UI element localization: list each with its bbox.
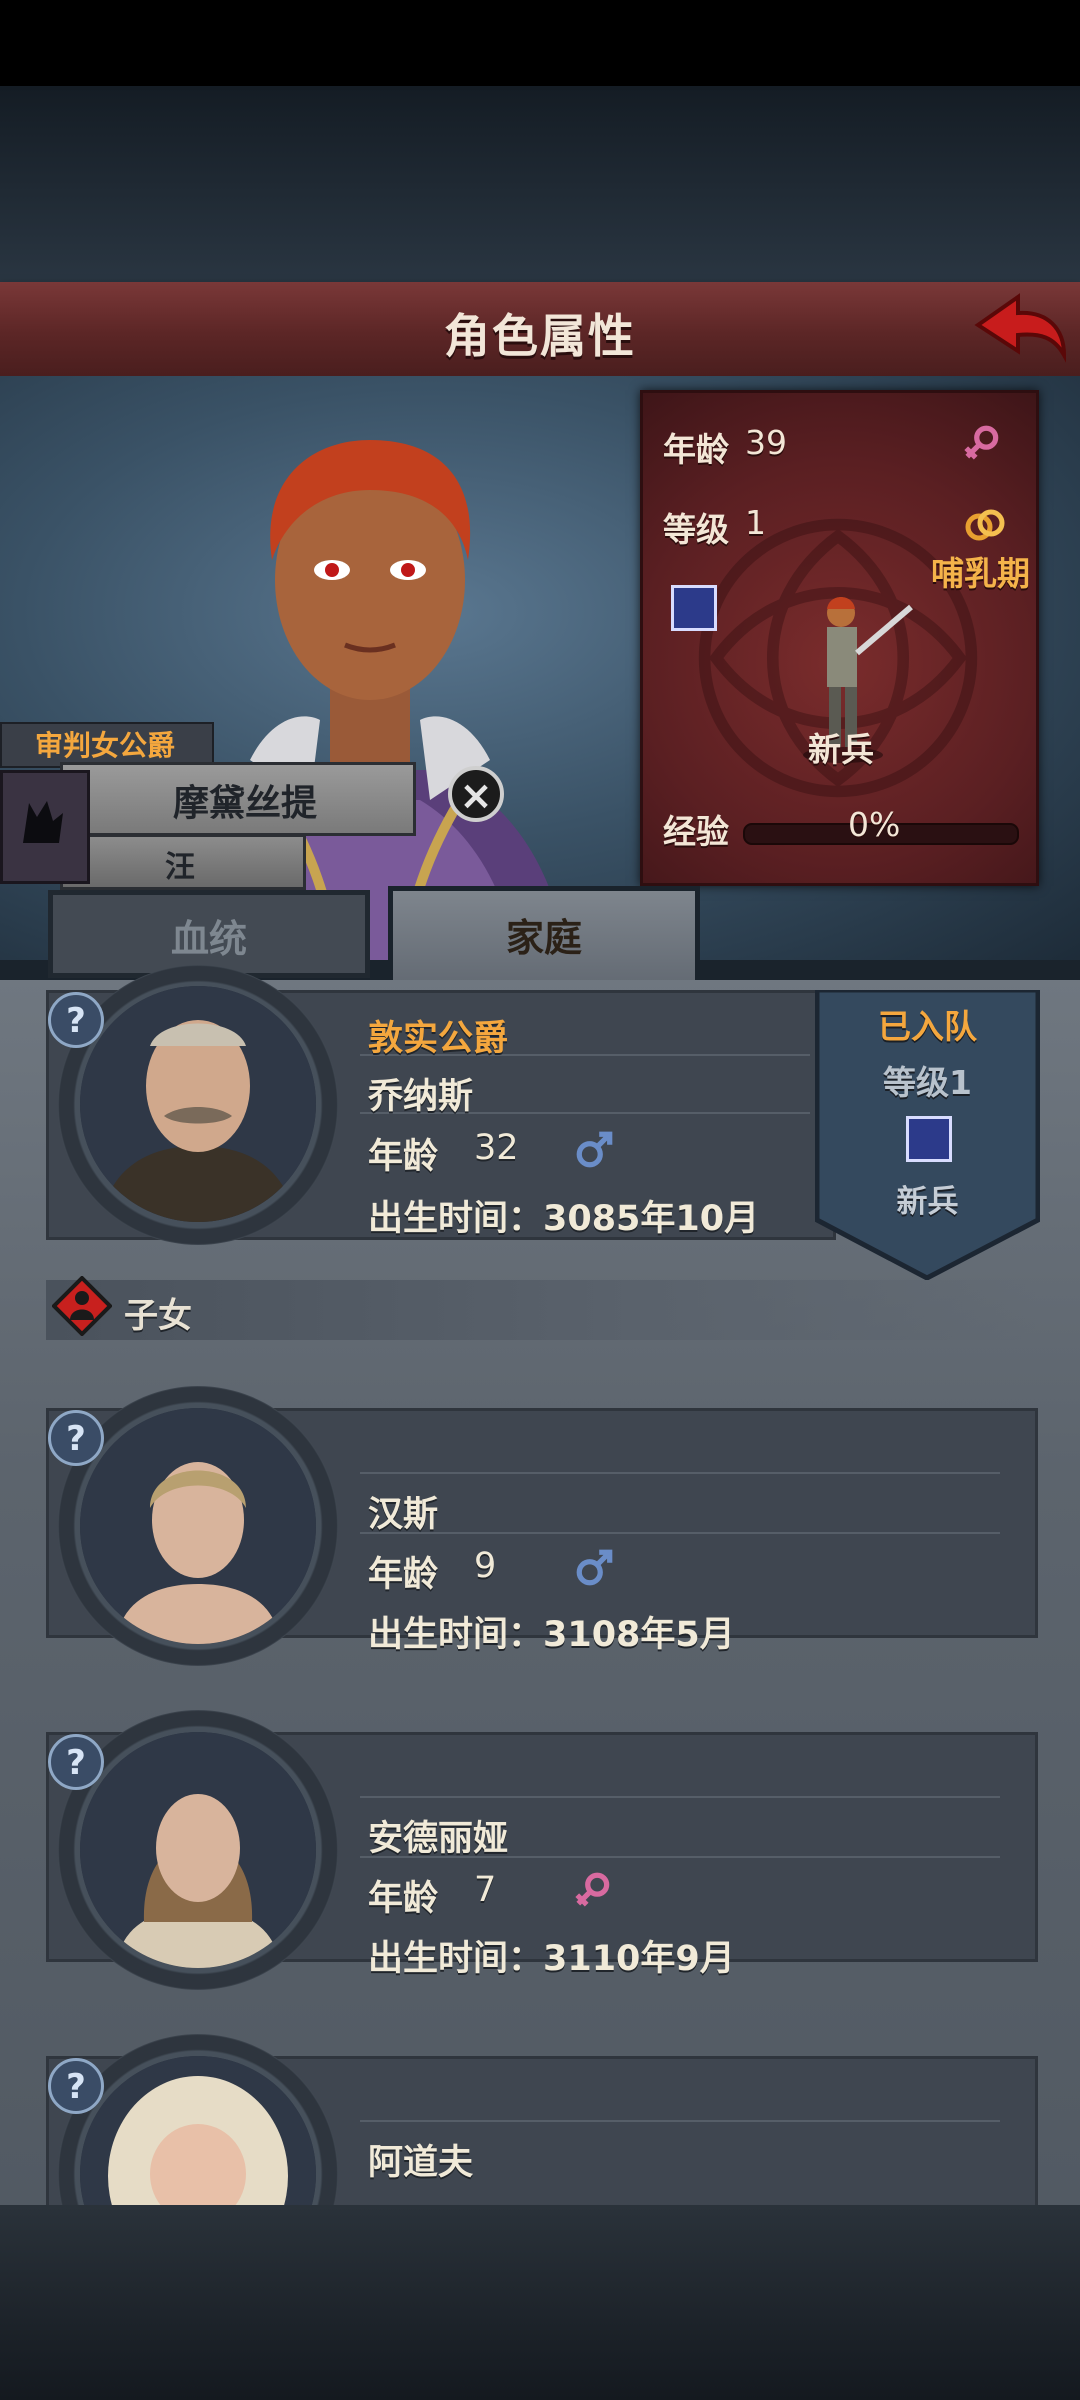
team-status: 已入队 xyxy=(878,1007,977,1046)
male-icon xyxy=(576,1131,613,1168)
male-icon xyxy=(576,1549,613,1586)
character-surname: 汪 xyxy=(165,850,195,885)
header-bar: 角色属性 xyxy=(0,282,1080,380)
bottom-background xyxy=(0,2205,1080,2400)
class-label: 新兵 xyxy=(808,730,874,769)
children-icon xyxy=(52,1276,112,1336)
level-value: 1 xyxy=(745,503,766,542)
child-birth: 出生时间：3108年5月 xyxy=(368,1615,735,1655)
female-icon xyxy=(964,425,999,460)
child-age: 9 xyxy=(474,1546,497,1586)
divider xyxy=(360,1472,1000,1474)
close-icon[interactable]: × xyxy=(448,766,504,822)
spouse-avatar xyxy=(80,986,316,1222)
status-bar xyxy=(0,0,1080,86)
question-icon[interactable]: ? xyxy=(48,1410,104,1466)
age-label: 年龄 xyxy=(663,430,729,469)
children-header: 子女 xyxy=(124,1296,192,1336)
spouse-age: 32 xyxy=(474,1128,519,1168)
team-class: 新兵 xyxy=(896,1184,959,1220)
question-icon[interactable]: ? xyxy=(48,2058,104,2114)
page-title: 角色属性 xyxy=(444,309,636,363)
question-icon[interactable]: ? xyxy=(48,1734,104,1790)
ring-icon xyxy=(965,509,1005,541)
child-age-label: 年龄 xyxy=(368,1555,439,1595)
spouse-age-label: 年龄 xyxy=(368,1137,439,1177)
female-icon xyxy=(575,1872,610,1907)
divider xyxy=(360,1532,1000,1534)
child-avatar xyxy=(80,1732,316,1968)
character-title: 审判女公爵 xyxy=(34,729,175,762)
spouse-name: 乔纳斯 xyxy=(368,1077,474,1117)
divider xyxy=(360,2120,1000,2122)
tab-family[interactable]: 家庭 xyxy=(388,886,700,982)
question-icon[interactable]: ? xyxy=(48,992,104,1048)
children-header-bar xyxy=(46,1280,1038,1340)
status-text: 哺乳期 xyxy=(931,554,1030,593)
team-level: 等级1 xyxy=(883,1063,972,1102)
child-birth: 出生时间：3110年9月 xyxy=(368,1939,735,1979)
child-age: 7 xyxy=(474,1870,497,1910)
wolf-banner-icon xyxy=(0,770,90,884)
exp-value: 0% xyxy=(848,805,901,844)
sword-class-icon xyxy=(906,1116,952,1162)
sword-class-icon xyxy=(671,585,717,631)
stats-panel: 年龄 39 等级 1 哺乳期 新兵 经验 0% xyxy=(640,390,1039,886)
age-value: 39 xyxy=(745,423,787,462)
character-name: 摩黛丝提 xyxy=(172,783,317,824)
spouse-birth: 出生时间：3085年10月 xyxy=(368,1199,760,1239)
divider xyxy=(360,1796,1000,1798)
child-age-label: 年龄 xyxy=(368,1879,439,1919)
back-arrow-icon[interactable] xyxy=(970,285,1070,365)
child-name: 汉斯 xyxy=(368,1495,439,1535)
exp-label: 经验 xyxy=(663,812,729,851)
child-avatar xyxy=(80,1408,316,1644)
child-name: 安德丽娅 xyxy=(368,1819,509,1859)
child-name: 阿道夫 xyxy=(368,2143,474,2183)
level-label: 等级 xyxy=(663,510,729,549)
top-background xyxy=(0,86,1080,286)
spouse-title: 敦实公爵 xyxy=(368,1019,509,1059)
